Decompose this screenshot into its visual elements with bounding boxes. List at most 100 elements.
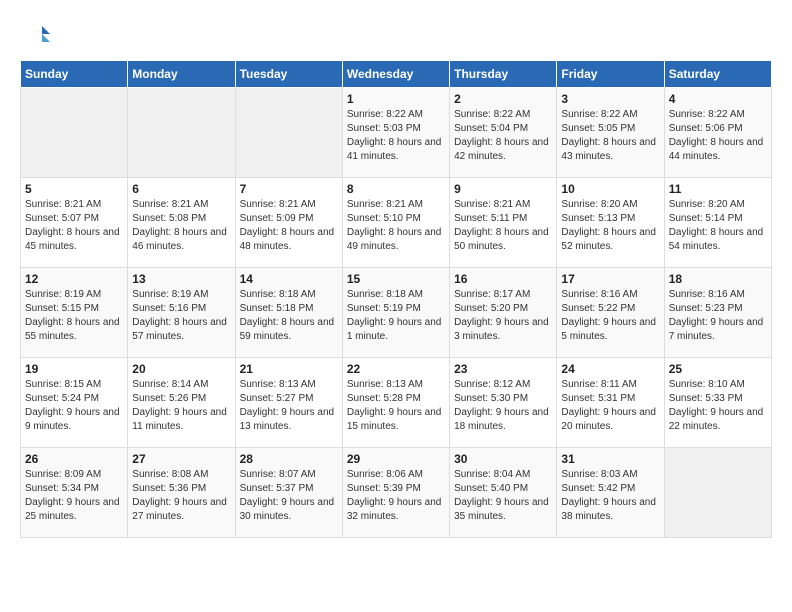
day-header-wednesday: Wednesday [342,61,449,88]
cell-info: Sunrise: 8:09 AM Sunset: 5:34 PM Dayligh… [25,468,123,524]
cell-day-number: 2 [454,92,552,106]
cell-info: Sunrise: 8:19 AM Sunset: 5:16 PM Dayligh… [132,288,230,344]
cell-day-number: 7 [240,182,338,196]
cell-day-number: 25 [669,362,767,376]
cell-day-number: 13 [132,272,230,286]
cell-day-number: 9 [454,182,552,196]
cell-info: Sunrise: 8:20 AM Sunset: 5:14 PM Dayligh… [669,198,767,254]
calendar-cell: 12 Sunrise: 8:19 AM Sunset: 5:15 PM Dayli… [21,268,128,358]
logo [20,20,54,50]
calendar-cell: 6 Sunrise: 8:21 AM Sunset: 5:08 PM Daylig… [128,178,235,268]
calendar-cell: 3 Sunrise: 8:22 AM Sunset: 5:05 PM Daylig… [557,88,664,178]
cell-info: Sunrise: 8:06 AM Sunset: 5:39 PM Dayligh… [347,468,445,524]
calendar-cell: 2 Sunrise: 8:22 AM Sunset: 5:04 PM Daylig… [450,88,557,178]
calendar-cell: 7 Sunrise: 8:21 AM Sunset: 5:09 PM Daylig… [235,178,342,268]
cell-info: Sunrise: 8:15 AM Sunset: 5:24 PM Dayligh… [25,378,123,434]
cell-day-number: 18 [669,272,767,286]
cell-info: Sunrise: 8:17 AM Sunset: 5:20 PM Dayligh… [454,288,552,344]
calendar-cell: 29 Sunrise: 8:06 AM Sunset: 5:39 PM Dayli… [342,448,449,538]
calendar-cell: 9 Sunrise: 8:21 AM Sunset: 5:11 PM Daylig… [450,178,557,268]
week-row-0: 1 Sunrise: 8:22 AM Sunset: 5:03 PM Daylig… [21,88,772,178]
cell-day-number: 24 [561,362,659,376]
calendar-cell: 23 Sunrise: 8:12 AM Sunset: 5:30 PM Dayli… [450,358,557,448]
cell-info: Sunrise: 8:21 AM Sunset: 5:09 PM Dayligh… [240,198,338,254]
cell-info: Sunrise: 8:13 AM Sunset: 5:28 PM Dayligh… [347,378,445,434]
cell-info: Sunrise: 8:21 AM Sunset: 5:07 PM Dayligh… [25,198,123,254]
cell-day-number: 28 [240,452,338,466]
day-header-tuesday: Tuesday [235,61,342,88]
cell-info: Sunrise: 8:12 AM Sunset: 5:30 PM Dayligh… [454,378,552,434]
cell-info: Sunrise: 8:21 AM Sunset: 5:08 PM Dayligh… [132,198,230,254]
calendar-cell: 5 Sunrise: 8:21 AM Sunset: 5:07 PM Daylig… [21,178,128,268]
cell-day-number: 15 [347,272,445,286]
cell-info: Sunrise: 8:22 AM Sunset: 5:04 PM Dayligh… [454,108,552,164]
cell-info: Sunrise: 8:11 AM Sunset: 5:31 PM Dayligh… [561,378,659,434]
cell-day-number: 20 [132,362,230,376]
calendar-cell: 27 Sunrise: 8:08 AM Sunset: 5:36 PM Dayli… [128,448,235,538]
cell-info: Sunrise: 8:16 AM Sunset: 5:23 PM Dayligh… [669,288,767,344]
calendar-cell [21,88,128,178]
cell-info: Sunrise: 8:10 AM Sunset: 5:33 PM Dayligh… [669,378,767,434]
cell-day-number: 17 [561,272,659,286]
day-header-monday: Monday [128,61,235,88]
cell-info: Sunrise: 8:16 AM Sunset: 5:22 PM Dayligh… [561,288,659,344]
cell-day-number: 26 [25,452,123,466]
calendar-cell: 10Sunrise: 8:20 AM Sunset: 5:13 PM Dayli… [557,178,664,268]
cell-info: Sunrise: 8:13 AM Sunset: 5:27 PM Dayligh… [240,378,338,434]
cell-day-number: 21 [240,362,338,376]
calendar-cell [664,448,771,538]
calendar-cell: 31 Sunrise: 8:03 AM Sunset: 5:42 PM Dayli… [557,448,664,538]
page-header [20,20,772,50]
cell-info: Sunrise: 8:20 AM Sunset: 5:13 PM Dayligh… [561,198,659,254]
cell-day-number: 3 [561,92,659,106]
cell-day-number: 8 [347,182,445,196]
day-header-thursday: Thursday [450,61,557,88]
cell-info: Sunrise: 8:22 AM Sunset: 5:06 PM Dayligh… [669,108,767,164]
day-header-sunday: Sunday [21,61,128,88]
calendar-cell: 20 Sunrise: 8:14 AM Sunset: 5:26 PM Dayli… [128,358,235,448]
day-header-friday: Friday [557,61,664,88]
calendar-cell: 17 Sunrise: 8:16 AM Sunset: 5:22 PM Dayli… [557,268,664,358]
cell-info: Sunrise: 8:22 AM Sunset: 5:05 PM Dayligh… [561,108,659,164]
calendar-cell: 21 Sunrise: 8:13 AM Sunset: 5:27 PM Dayli… [235,358,342,448]
cell-info: Sunrise: 8:03 AM Sunset: 5:42 PM Dayligh… [561,468,659,524]
cell-day-number: 23 [454,362,552,376]
cell-info: Sunrise: 8:04 AM Sunset: 5:40 PM Dayligh… [454,468,552,524]
cell-info: Sunrise: 8:21 AM Sunset: 5:11 PM Dayligh… [454,198,552,254]
cell-info: Sunrise: 8:07 AM Sunset: 5:37 PM Dayligh… [240,468,338,524]
cell-day-number: 5 [25,182,123,196]
calendar-header: SundayMondayTuesdayWednesdayThursdayFrid… [21,61,772,88]
cell-info: Sunrise: 8:22 AM Sunset: 5:03 PM Dayligh… [347,108,445,164]
cell-day-number: 1 [347,92,445,106]
cell-day-number: 27 [132,452,230,466]
cell-info: Sunrise: 8:08 AM Sunset: 5:36 PM Dayligh… [132,468,230,524]
day-header-saturday: Saturday [664,61,771,88]
calendar-cell [235,88,342,178]
calendar-cell: 14 Sunrise: 8:18 AM Sunset: 5:18 PM Dayli… [235,268,342,358]
calendar: SundayMondayTuesdayWednesdayThursdayFrid… [20,60,772,538]
cell-info: Sunrise: 8:19 AM Sunset: 5:15 PM Dayligh… [25,288,123,344]
cell-day-number: 12 [25,272,123,286]
cell-info: Sunrise: 8:14 AM Sunset: 5:26 PM Dayligh… [132,378,230,434]
cell-info: Sunrise: 8:21 AM Sunset: 5:10 PM Dayligh… [347,198,445,254]
calendar-cell: 24 Sunrise: 8:11 AM Sunset: 5:31 PM Dayli… [557,358,664,448]
calendar-cell: 15Sunrise: 8:18 AM Sunset: 5:19 PM Dayli… [342,268,449,358]
cell-day-number: 22 [347,362,445,376]
cell-day-number: 29 [347,452,445,466]
calendar-cell: 28 Sunrise: 8:07 AM Sunset: 5:37 PM Dayli… [235,448,342,538]
header-row: SundayMondayTuesdayWednesdayThursdayFrid… [21,61,772,88]
calendar-cell: 25 Sunrise: 8:10 AM Sunset: 5:33 PM Dayli… [664,358,771,448]
cell-day-number: 16 [454,272,552,286]
calendar-cell: 8 Sunrise: 8:21 AM Sunset: 5:10 PM Daylig… [342,178,449,268]
cell-info: Sunrise: 8:18 AM Sunset: 5:18 PM Dayligh… [240,288,338,344]
cell-day-number: 31 [561,452,659,466]
cell-day-number: 14 [240,272,338,286]
calendar-cell: 30 Sunrise: 8:04 AM Sunset: 5:40 PM Dayli… [450,448,557,538]
calendar-cell: 19 Sunrise: 8:15 AM Sunset: 5:24 PM Dayli… [21,358,128,448]
calendar-cell [128,88,235,178]
calendar-cell: 16 Sunrise: 8:17 AM Sunset: 5:20 PM Dayli… [450,268,557,358]
cell-day-number: 30 [454,452,552,466]
cell-day-number: 6 [132,182,230,196]
cell-day-number: 19 [25,362,123,376]
week-row-1: 5 Sunrise: 8:21 AM Sunset: 5:07 PM Daylig… [21,178,772,268]
